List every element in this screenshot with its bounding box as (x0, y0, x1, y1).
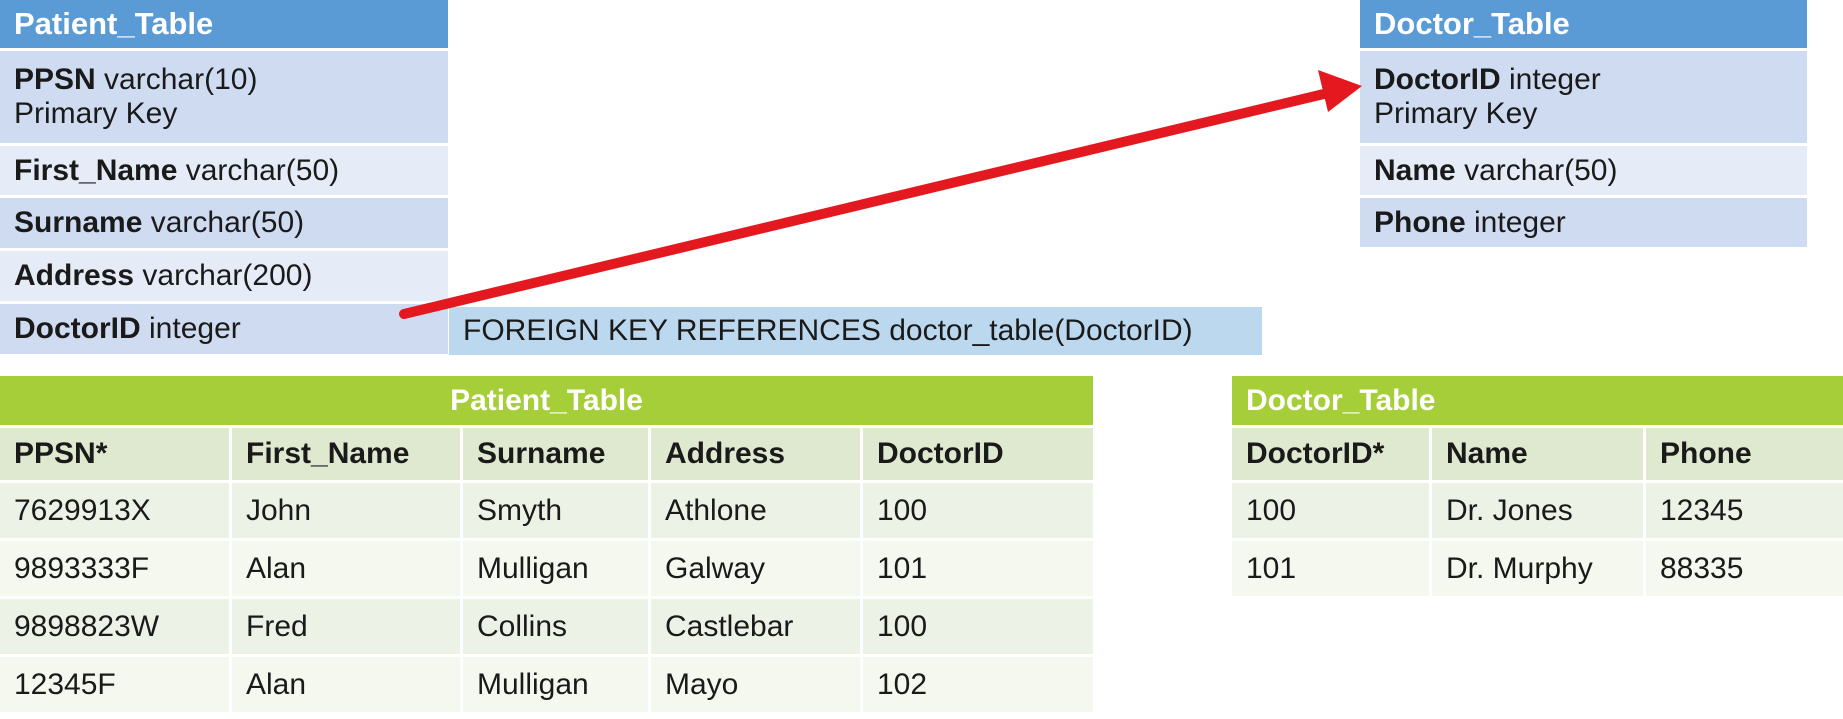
table-cell: 101 (1232, 538, 1432, 596)
table-cell: Dr. Jones (1432, 480, 1646, 538)
column-header: DoctorID (863, 425, 1093, 480)
table-cell: 12345F (0, 654, 232, 712)
patient-data-title: Patient_Table (0, 376, 1093, 425)
table-cell: Collins (463, 596, 651, 654)
table-cell: Mulligan (463, 654, 651, 712)
column-header: First_Name (232, 425, 463, 480)
table-cell: 7629913X (0, 480, 232, 538)
table-cell: 9893333F (0, 538, 232, 596)
table-cell: John (232, 480, 463, 538)
table-cell: 100 (863, 596, 1093, 654)
table-cell: Athlone (651, 480, 863, 538)
column-header: Surname (463, 425, 651, 480)
table-cell: 100 (863, 480, 1093, 538)
column-header: PPSN* (0, 425, 232, 480)
table-row: 9893333F Alan Mulligan Galway 101 (0, 538, 1093, 596)
table-header-row: DoctorID* Name Phone (1232, 425, 1843, 480)
table-cell: 9898823W (0, 596, 232, 654)
table-cell: 88335 (1646, 538, 1843, 596)
column-header: Address (651, 425, 863, 480)
doctor-data-title: Doctor_Table (1232, 376, 1843, 425)
table-cell: Alan (232, 654, 463, 712)
column-header: DoctorID* (1232, 425, 1432, 480)
column-header: Name (1432, 425, 1646, 480)
table-cell: 101 (863, 538, 1093, 596)
table-cell: 102 (863, 654, 1093, 712)
patient-data-table: Patient_Table PPSN* First_Name Surname A… (0, 376, 1093, 712)
table-row: 12345F Alan Mulligan Mayo 102 (0, 654, 1093, 712)
table-row: 7629913X John Smyth Athlone 100 (0, 480, 1093, 538)
table-cell: Mayo (651, 654, 863, 712)
table-cell: Fred (232, 596, 463, 654)
table-cell: Dr. Murphy (1432, 538, 1646, 596)
table-row: 9898823W Fred Collins Castlebar 100 (0, 596, 1093, 654)
doctor-data-table: Doctor_Table DoctorID* Name Phone 100 Dr… (1232, 376, 1843, 596)
table-cell: 12345 (1646, 480, 1843, 538)
table-cell: 100 (1232, 480, 1432, 538)
table-cell: Smyth (463, 480, 651, 538)
column-header: Phone (1646, 425, 1843, 480)
table-cell: Castlebar (651, 596, 863, 654)
table-row: 100 Dr. Jones 12345 (1232, 480, 1843, 538)
table-row: 101 Dr. Murphy 88335 (1232, 538, 1843, 596)
table-cell: Galway (651, 538, 863, 596)
arrow-head (1318, 70, 1362, 112)
table-header-row: PPSN* First_Name Surname Address DoctorI… (0, 425, 1093, 480)
arrow-line (399, 88, 1333, 319)
table-cell: Mulligan (463, 538, 651, 596)
table-cell: Alan (232, 538, 463, 596)
